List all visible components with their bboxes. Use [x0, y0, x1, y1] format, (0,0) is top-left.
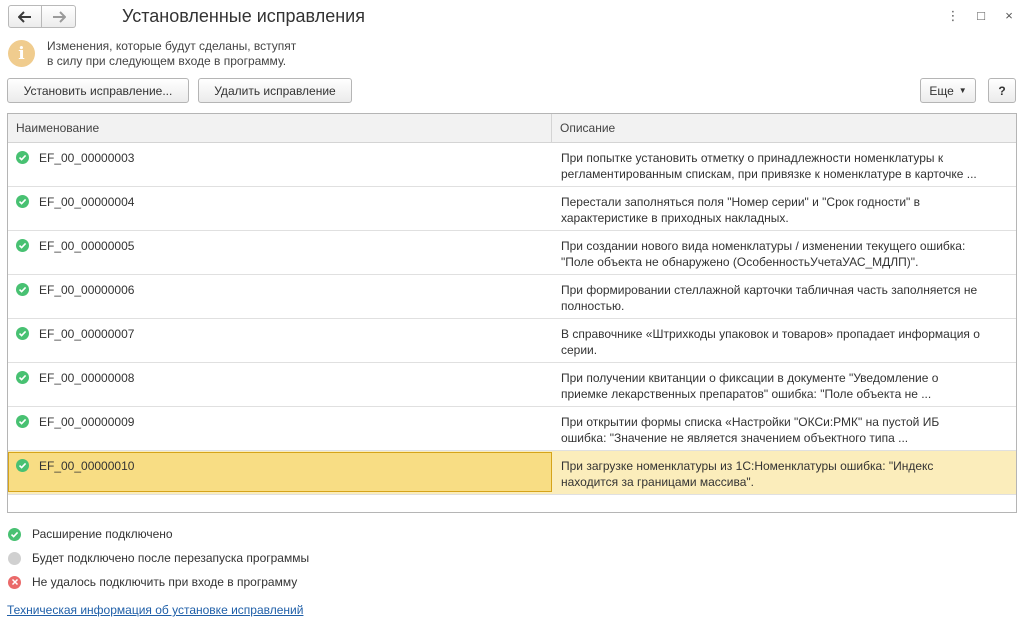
arrow-left-icon	[18, 10, 31, 23]
description-line: При формировании стеллажной карточки таб…	[561, 283, 978, 297]
description-cell: При получении квитанции о фиксации в док…	[552, 363, 1016, 406]
description-line: серии.	[561, 343, 598, 357]
check-circle-icon	[16, 327, 29, 340]
check-circle-icon	[8, 527, 21, 541]
check-circle-icon	[16, 371, 29, 384]
help-button[interactable]: ?	[988, 78, 1016, 103]
column-header-name[interactable]: Наименование	[8, 114, 552, 142]
technical-info-link[interactable]: Техническая информация об установке испр…	[7, 603, 303, 617]
caret-down-icon: ▼	[958, 86, 967, 95]
check-circle-icon	[16, 195, 29, 208]
name-cell: EF_00_00000008	[8, 363, 552, 406]
table-row[interactable]: EF_00_00000007 В справочнике «Штрихкоды …	[8, 319, 1016, 363]
description-line: При создании нового вида номенклатуры / …	[561, 239, 966, 253]
description-cell: При загрузке номенклатуры из 1С:Номенкла…	[552, 451, 1016, 494]
description-line: При получении квитанции о фиксации в док…	[561, 371, 939, 385]
description-line: полностью.	[561, 299, 625, 313]
check-circle-icon	[16, 283, 29, 296]
info-icon: i	[8, 40, 35, 67]
check-circle-icon	[16, 459, 29, 472]
column-header-description[interactable]: Описание	[552, 114, 1016, 142]
name-cell: EF_00_00000006	[8, 275, 552, 318]
fix-name: EF_00_00000006	[39, 283, 135, 297]
legend-item-pending: Будет подключено после перезапуска прогр…	[8, 546, 309, 570]
table-row[interactable]: EF_00_00000006 При формировании стеллажн…	[8, 275, 1016, 319]
description-line: В справочнике «Штрихкоды упаковок и това…	[561, 327, 980, 341]
check-circle-icon	[16, 239, 29, 252]
maximize-icon[interactable]: □	[974, 8, 988, 22]
description-cell: При открытии формы списка «Настройки "ОК…	[552, 407, 1016, 450]
remove-fix-button[interactable]: Удалить исправление	[198, 78, 352, 103]
more-button[interactable]: Еще ▼	[920, 78, 976, 103]
close-icon[interactable]: ×	[1002, 8, 1016, 22]
window-controls: ⋮ □ ×	[946, 8, 1016, 22]
legend-label: Расширение подключено	[32, 527, 173, 541]
name-cell: EF_00_00000003	[8, 143, 552, 186]
name-cell: EF_00_00000009	[8, 407, 552, 450]
fix-name: EF_00_00000008	[39, 371, 135, 385]
description-cell: При создании нового вида номенклатуры / …	[552, 231, 1016, 274]
check-circle-icon	[16, 415, 29, 428]
fix-name: EF_00_00000003	[39, 151, 135, 165]
fixes-table: Наименование Описание EF_00_00000003 При…	[7, 113, 1017, 513]
navigation-buttons	[8, 5, 76, 28]
gray-circle-icon	[8, 551, 21, 565]
fix-name: EF_00_00000010	[39, 459, 135, 473]
fix-name: EF_00_00000009	[39, 415, 135, 429]
name-cell: EF_00_00000007	[8, 319, 552, 362]
info-line-2: в силу при следующем входе в программу.	[47, 54, 287, 68]
description-cell: При попытке установить отметку о принадл…	[552, 143, 1016, 186]
description-line: Перестали заполняться поля "Номер серии"…	[561, 195, 921, 209]
legend-item-failed: Не удалось подключить при входе в програ…	[8, 570, 309, 594]
description-line: При загрузке номенклатуры из 1С:Номенкла…	[561, 459, 934, 473]
more-button-label: Еще	[929, 83, 954, 98]
description-line: ошибка: "Значение не является значением …	[561, 431, 909, 445]
table-row[interactable]: EF_00_00000008 При получении квитанции о…	[8, 363, 1016, 407]
legend-label: Не удалось подключить при входе в програ…	[32, 575, 298, 589]
back-button[interactable]	[8, 5, 42, 28]
name-cell: EF_00_00000004	[8, 187, 552, 230]
error-circle-icon	[8, 575, 21, 589]
check-circle-icon	[16, 151, 29, 164]
info-message: Изменения, которые будут сделаны, вступя…	[47, 39, 347, 69]
description-line: характеристике в приходных накладных.	[561, 211, 789, 225]
fix-name: EF_00_00000005	[39, 239, 135, 253]
legend-item-connected: Расширение подключено	[8, 522, 309, 546]
description-line: приемке лекарственных препаратов" ошибка…	[561, 387, 932, 401]
description-cell: При формировании стеллажной карточки таб…	[552, 275, 1016, 318]
name-cell: EF_00_00000005	[8, 231, 552, 274]
info-line-1: Изменения, которые будут сделаны, вступя…	[47, 39, 297, 53]
table-row[interactable]: EF_00_00000004 Перестали заполняться пол…	[8, 187, 1016, 231]
table-row[interactable]: EF_00_00000009 При открытии формы списка…	[8, 407, 1016, 451]
forward-button[interactable]	[42, 5, 76, 28]
table-row[interactable]: EF_00_00000003 При попытке установить от…	[8, 143, 1016, 187]
more-menu-icon[interactable]: ⋮	[946, 8, 960, 22]
install-fix-button[interactable]: Установить исправление...	[7, 78, 189, 103]
description-line: регламентированным спискам, при привязке…	[561, 167, 977, 181]
arrow-right-icon	[52, 10, 66, 23]
name-cell: EF_00_00000010	[8, 452, 552, 492]
legend-label: Будет подключено после перезапуска прогр…	[32, 551, 310, 565]
fix-name: EF_00_00000007	[39, 327, 135, 341]
page-title: Установленные исправления	[122, 6, 365, 26]
description-line: При открытии формы списка «Настройки "ОК…	[561, 415, 940, 429]
table-row[interactable]: EF_00_00000005 При создании нового вида …	[8, 231, 1016, 275]
table-header: Наименование Описание	[8, 114, 1016, 143]
description-cell: Перестали заполняться поля "Номер серии"…	[552, 187, 1016, 230]
description-line: находится за границами массива".	[561, 475, 755, 489]
description-line: "Поле объекта не обнаружено (Особенность…	[561, 255, 919, 269]
description-line: При попытке установить отметку о принадл…	[561, 151, 944, 165]
status-legend: Расширение подключено Будет подключено п…	[8, 522, 309, 594]
fix-name: EF_00_00000004	[39, 195, 135, 209]
description-cell: В справочнике «Штрихкоды упаковок и това…	[552, 319, 1016, 362]
table-row-selected[interactable]: EF_00_00000010 При загрузке номенклатуры…	[8, 451, 1016, 495]
